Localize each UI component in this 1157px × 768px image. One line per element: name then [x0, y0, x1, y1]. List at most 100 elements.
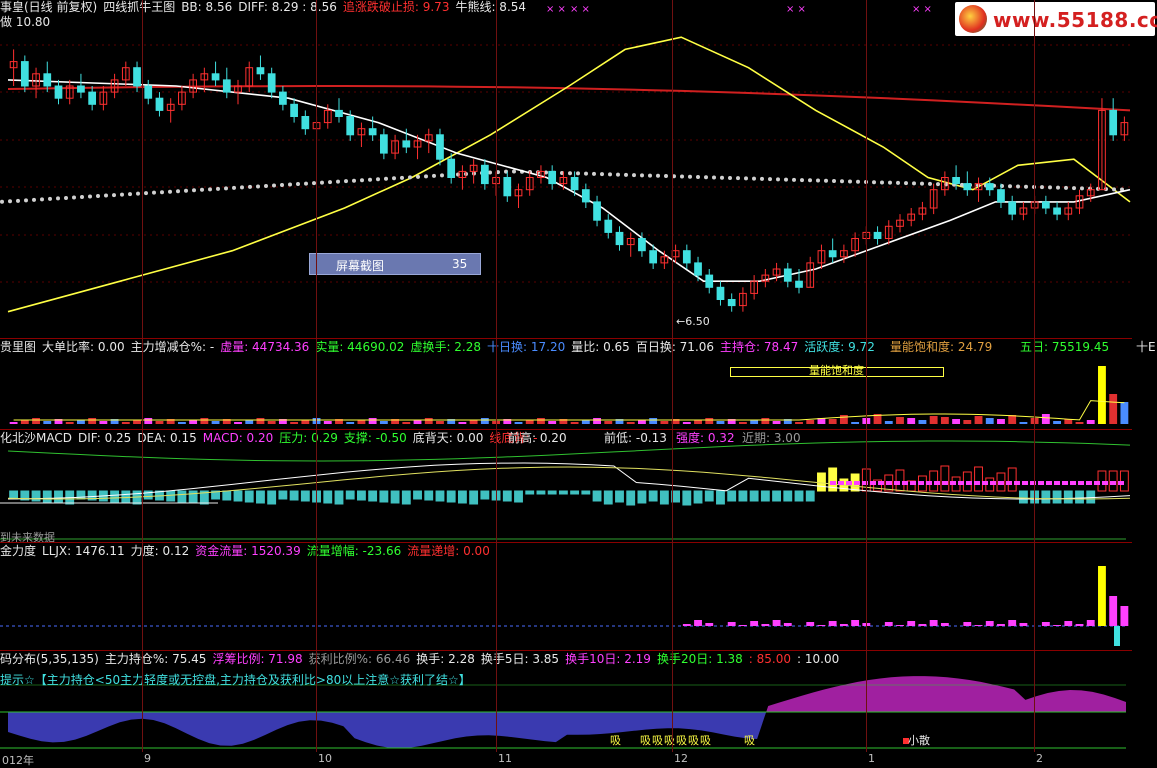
macd-panel[interactable]: 化北沙MACD DIF: 0.25 DEA: 0.15 MACD: 0.20 压力: 0… [0, 431, 1132, 541]
candle [178, 86, 186, 111]
volume-bar [189, 420, 198, 424]
candle [918, 201, 927, 221]
flow-bar [761, 624, 770, 626]
candle [301, 110, 310, 135]
volume-bar [638, 420, 646, 424]
macd-bar [1075, 490, 1084, 504]
macd-bar [1007, 467, 1017, 492]
volume-bar [155, 421, 164, 424]
macd-bar [267, 490, 277, 505]
volume-bar [436, 421, 444, 424]
macd-bar [334, 490, 344, 505]
candle [873, 226, 882, 245]
dotted-point [712, 175, 716, 180]
macd-bar [547, 490, 557, 495]
candle-body [795, 280, 803, 288]
dotted-point [144, 191, 148, 196]
macd-bar [9, 490, 19, 500]
candle [256, 55, 265, 80]
volume-bar [738, 422, 747, 424]
macd-bar [749, 490, 759, 502]
screenshot-overlay[interactable]: 屏幕截图 35 [309, 253, 481, 275]
macd-bar [693, 490, 703, 504]
dotted-point [304, 181, 308, 186]
candle [424, 128, 433, 154]
macd-bar [54, 490, 63, 504]
candle [211, 61, 220, 86]
flow-panel[interactable]: 金力度 LLJX: 1476.11 力度: 0.12 资金流量: 1520.39 流量增… [0, 544, 1132, 650]
dotted-point [928, 181, 932, 186]
macd-bar [760, 490, 770, 502]
chip-panel[interactable]: 码分布(5,35,135) 主力持仓%: 75.45 浮筹比例: 71.98 获利比例… [0, 652, 1132, 752]
volume-bar [570, 422, 579, 424]
dotted-point [568, 171, 572, 176]
candle-body [279, 91, 287, 105]
candle-body [447, 158, 456, 178]
macd-bar [31, 490, 41, 502]
candle-body [985, 183, 994, 191]
dotted-point [1040, 185, 1044, 190]
volume-bar [694, 420, 702, 424]
dotted-point [896, 180, 900, 185]
volume-bar [1019, 422, 1028, 424]
macd-bar [110, 490, 120, 503]
candle-body [705, 274, 714, 288]
macd-bar [42, 490, 52, 503]
candle-body [828, 250, 837, 258]
dotted-point [760, 176, 764, 181]
candle-body [155, 97, 164, 111]
candle [828, 238, 837, 263]
candle [335, 98, 343, 123]
volume-bar [851, 422, 860, 424]
dotted-point [656, 173, 660, 178]
panel-divider [0, 338, 1132, 339]
buy-signal-mark: 吸 [744, 734, 755, 747]
logo-url: www.55188.com [993, 8, 1157, 32]
chip-chart[interactable]: 吸吸吸吸吸吸吸吸 [0, 652, 1132, 752]
macd-bar [794, 490, 804, 502]
flow-bar [839, 624, 848, 626]
candle-body [649, 250, 658, 264]
candle [525, 171, 534, 196]
dotted-point [296, 182, 300, 187]
volume-bar [604, 421, 613, 424]
price-chart[interactable]: × ×× ×× ×× ×× × [0, 0, 1132, 338]
candle [974, 177, 983, 202]
candle [593, 195, 601, 227]
candle [1109, 98, 1118, 141]
candle-body [133, 67, 141, 87]
volume-bar [795, 422, 803, 424]
candle-body [638, 238, 646, 252]
candle [929, 183, 938, 215]
macd-bar [974, 466, 983, 492]
macd-bar [648, 490, 658, 502]
flow-bar [918, 624, 927, 626]
volume-box-label: 量能饱和度 [809, 364, 864, 377]
dotted-point [616, 172, 620, 177]
flow-bar [828, 621, 837, 626]
candle-body [480, 164, 489, 185]
candle [380, 128, 388, 160]
dotted-point [64, 195, 68, 200]
volume-chart[interactable] [0, 340, 1132, 428]
macd-chart[interactable] [0, 431, 1132, 541]
dotted-point [88, 194, 92, 199]
dotted-point [288, 182, 292, 187]
volume-bar [346, 422, 355, 424]
volume-bar [480, 418, 489, 424]
dotted-point [728, 175, 732, 180]
volume-bar [413, 420, 422, 424]
flow-bar [750, 621, 759, 626]
macd-bar [390, 490, 400, 504]
flow-bar [896, 625, 904, 626]
candle-body [54, 85, 63, 99]
panel-divider [0, 429, 1132, 430]
price-panel[interactable]: 事皇(日线 前复权) 四线抓牛王图 BB: 8.56 DIFF: 8.29 : 8.5… [0, 0, 1132, 338]
flow-chart[interactable] [0, 544, 1132, 650]
volume-panel[interactable]: 贵里图 大单比率: 0.00 主力增减仓%: - 虚量: 44734.36 实量: 44… [0, 340, 1156, 428]
flow-bar [738, 625, 747, 626]
dotted-point [720, 175, 724, 180]
dotted-point [24, 198, 28, 203]
dotted-point [936, 182, 940, 187]
dotted-point [1008, 184, 1012, 189]
